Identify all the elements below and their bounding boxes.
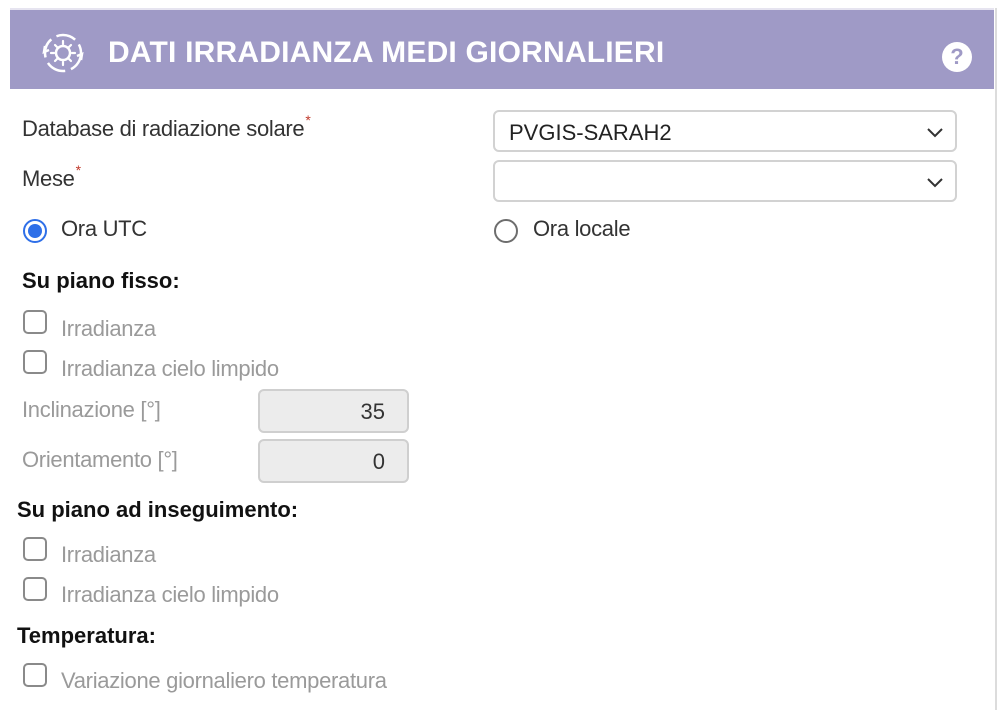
top-edge	[0, 0, 1008, 8]
radio-utc[interactable]	[23, 219, 47, 243]
panel-border	[995, 8, 997, 710]
radio-local[interactable]	[494, 219, 518, 243]
panel-header: DATI IRRADIANZA MEDI GIORNALIERI ?	[10, 8, 994, 89]
sun-settings-icon	[42, 33, 84, 73]
orientation-value: 0	[372, 449, 385, 474]
radio-local-label[interactable]: Ora locale	[533, 216, 631, 242]
fixed-clear-sky-checkbox[interactable]	[23, 350, 47, 374]
tracking-irradiance-label[interactable]: Irradianza	[61, 542, 156, 568]
radio-utc-label[interactable]: Ora UTC	[61, 216, 147, 242]
month-label: Mese*	[22, 162, 81, 192]
help-icon[interactable]: ?	[942, 42, 972, 72]
temperature-variation-checkbox[interactable]	[23, 663, 47, 687]
fixed-clear-sky-label[interactable]: Irradianza cielo limpido	[61, 356, 279, 382]
month-label-text: Mese	[22, 166, 75, 191]
database-select[interactable]: PVGIS-SARAH2	[493, 110, 957, 152]
tracking-plane-title: Su piano ad inseguimento:	[17, 497, 299, 522]
inclination-label: Inclinazione [°]	[22, 397, 161, 422]
fixed-irradiance-checkbox[interactable]	[23, 310, 47, 334]
fixed-plane-title: Su piano fisso:	[22, 268, 180, 293]
month-select[interactable]	[493, 160, 957, 202]
panel-title: DATI IRRADIANZA MEDI GIORNALIERI	[108, 36, 665, 69]
orientation-label: Orientamento [°]	[22, 447, 178, 472]
inclination-input[interactable]: 35	[258, 389, 409, 433]
database-select-value: PVGIS-SARAH2	[509, 120, 672, 145]
database-label: Database di radiazione solare*	[22, 112, 311, 142]
tracking-clear-sky-label[interactable]: Irradianza cielo limpido	[61, 582, 279, 608]
required-mark: *	[75, 162, 81, 178]
required-mark: *	[305, 112, 311, 128]
orientation-input[interactable]: 0	[258, 439, 409, 483]
fixed-irradiance-label[interactable]: Irradianza	[61, 316, 156, 342]
temperature-variation-label[interactable]: Variazione giornaliero temperatura	[61, 668, 387, 694]
temperature-title: Temperatura:	[17, 623, 156, 648]
inclination-value: 35	[360, 399, 385, 424]
database-label-text: Database di radiazione solare	[22, 116, 305, 141]
tracking-clear-sky-checkbox[interactable]	[23, 577, 47, 601]
tracking-irradiance-checkbox[interactable]	[23, 537, 47, 561]
chevron-down-icon	[927, 128, 943, 138]
chevron-down-icon	[927, 178, 943, 188]
